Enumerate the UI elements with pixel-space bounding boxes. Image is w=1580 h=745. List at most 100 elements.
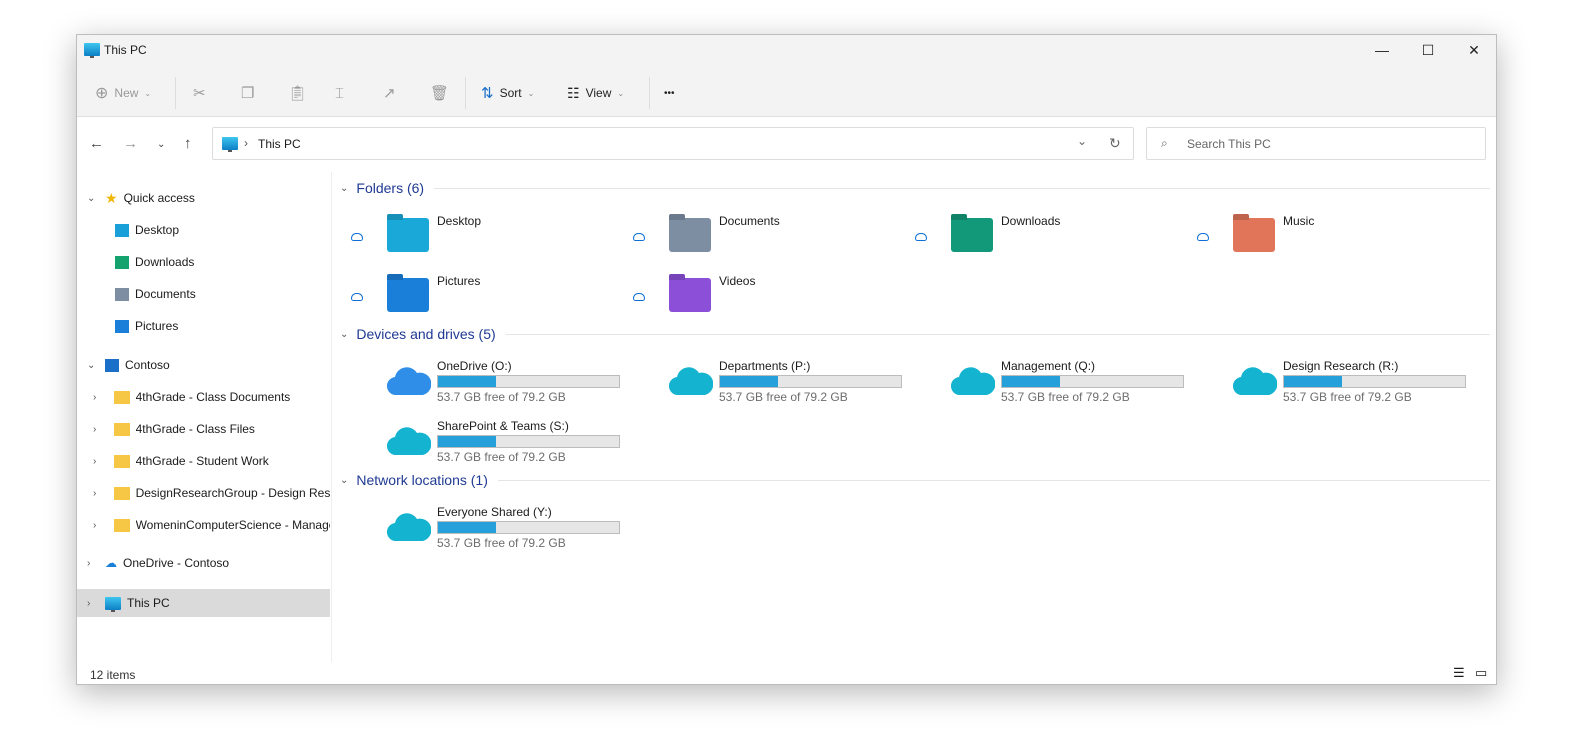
sidebar-item-pictures[interactable]: Pictures: [77, 312, 330, 340]
sidebar-item-onedrive[interactable]: › ☁ OneDrive - Contoso: [77, 549, 330, 577]
drive-name: Everyone Shared (Y:): [437, 505, 552, 519]
drive-tile[interactable]: Design Research (R:) 53.7 GB free of 79.2…: [1181, 359, 1466, 409]
drive-usage-bar: [1001, 375, 1184, 388]
sidebar-item-library[interactable]: › 4thGrade - Class Documents: [77, 383, 330, 411]
section-header-network[interactable]: ⌄ Network locations (1): [340, 472, 1490, 488]
drive-tile[interactable]: Departments (P:) 53.7 GB free of 79.2 GB: [617, 359, 902, 409]
plus-circle-icon: ⊕: [95, 85, 109, 102]
drive-free-space: 53.7 GB free of 79.2 GB: [437, 390, 566, 404]
forward-button[interactable]: →: [123, 135, 138, 152]
folder-music[interactable]: Music: [1181, 214, 1461, 264]
sidebar-item-documents[interactable]: Documents: [77, 280, 330, 308]
drive-tile[interactable]: Management (Q:) 53.7 GB free of 79.2 GB: [899, 359, 1184, 409]
search-input[interactable]: ⌕ Search This PC: [1146, 127, 1486, 160]
more-options-button[interactable]: •••: [664, 81, 675, 105]
label: OneDrive - Contoso: [123, 556, 230, 570]
drive-free-space: 53.7 GB free of 79.2 GB: [437, 450, 566, 464]
sidebar-item-library[interactable]: › WomeninComputerScience - Manage: [77, 511, 330, 539]
scissors-icon: ✂: [193, 85, 206, 102]
sort-button[interactable]: ⇅ Sort ⌄: [481, 81, 534, 105]
desktop-folder-icon: [387, 218, 429, 252]
folder-name: Downloads: [1001, 214, 1061, 228]
recent-locations-button[interactable]: ⌄: [157, 139, 165, 150]
folder-desktop[interactable]: Desktop: [335, 214, 615, 264]
folder-name: Videos: [719, 274, 756, 288]
chevron-right-icon[interactable]: ›: [93, 488, 96, 499]
rename-icon: ⌶: [335, 84, 345, 102]
folder-icon: [114, 390, 130, 404]
cloud-sync-icon: [1197, 233, 1209, 241]
trash-icon: 🗑︎: [430, 85, 450, 102]
cloud-sync-icon: [633, 293, 645, 301]
chevron-right-icon[interactable]: ›: [93, 392, 96, 403]
tiles-view-icon[interactable]: ▭: [1475, 665, 1487, 681]
chevron-right-icon: ›: [87, 557, 91, 569]
chevron-right-icon[interactable]: ›: [93, 456, 96, 467]
share-button[interactable]: ↗: [383, 81, 396, 105]
cloud-drive-icon: [951, 367, 995, 396]
section-header-devices[interactable]: ⌄ Devices and drives (5): [340, 326, 1490, 342]
address-dropdown-icon[interactable]: ⌄: [1077, 134, 1087, 148]
folder-documents[interactable]: Documents: [617, 214, 897, 264]
rename-button[interactable]: ⌶: [335, 81, 344, 105]
breadcrumb-this-pc[interactable]: This PC: [258, 137, 301, 151]
chevron-right-icon[interactable]: ›: [93, 424, 96, 435]
sidebar-item-this-pc[interactable]: › This PC: [77, 589, 330, 617]
address-bar[interactable]: › This PC ⌄ ↻: [212, 127, 1134, 160]
drive-tile[interactable]: Everyone Shared (Y:) 53.7 GB free of 79.2…: [335, 505, 620, 555]
refresh-icon[interactable]: ↻: [1109, 135, 1121, 152]
pictures-icon: [115, 319, 129, 333]
label: 4thGrade - Class Files: [135, 422, 255, 436]
minimize-button[interactable]: —: [1359, 35, 1405, 65]
downloads-icon: [115, 255, 129, 269]
delete-button[interactable]: 🗑︎: [430, 81, 449, 105]
divider: [497, 479, 1490, 481]
command-bar: ⊕ New ⌄ ✂ ❐ 📋︎ ⌶ ↗ 🗑︎ ⇅ Sort ⌄ ☷ View ⌄ •••: [77, 71, 1496, 117]
drive-usage-bar: [437, 521, 620, 534]
back-button[interactable]: ←: [89, 135, 104, 152]
section-title: Network locations (1): [356, 472, 488, 488]
view-list-icon: ☷: [567, 84, 580, 101]
sidebar-item-contoso[interactable]: ⌄ Contoso: [77, 351, 330, 379]
divider: [465, 77, 466, 109]
drive-usage-bar: [1283, 375, 1466, 388]
sidebar-item-quick-access[interactable]: ⌄ ★ Quick access: [77, 184, 330, 212]
drive-free-space: 53.7 GB free of 79.2 GB: [437, 536, 566, 550]
label: DesignResearchGroup - Design Resea: [135, 486, 330, 500]
divider: [175, 77, 176, 109]
view-button[interactable]: ☷ View ⌄: [567, 81, 624, 105]
downloads-folder-icon: [951, 218, 993, 252]
cloud-drive-icon: [1233, 367, 1277, 396]
sort-label: Sort: [499, 86, 522, 100]
up-button[interactable]: ↑: [184, 135, 192, 152]
sidebar-item-downloads[interactable]: Downloads: [77, 248, 330, 276]
sidebar-item-library[interactable]: › DesignResearchGroup - Design Resea: [77, 479, 330, 507]
sidebar-item-desktop[interactable]: Desktop: [77, 216, 330, 244]
chevron-right-icon[interactable]: ›: [93, 520, 96, 531]
folder-name: Desktop: [437, 214, 482, 228]
folder-pictures[interactable]: Pictures: [335, 274, 615, 324]
drive-name: Design Research (R:): [1283, 359, 1399, 373]
details-view-icon[interactable]: ☰: [1453, 665, 1465, 681]
folder-downloads[interactable]: Downloads: [899, 214, 1179, 264]
folder-videos[interactable]: Videos: [617, 274, 897, 324]
cut-button[interactable]: ✂: [193, 81, 206, 105]
drive-tile[interactable]: OneDrive (O:) 53.7 GB free of 79.2 GB: [335, 359, 620, 409]
maximize-button[interactable]: ☐: [1405, 35, 1451, 65]
drive-tile[interactable]: SharePoint & Teams (S:) 53.7 GB free of 7…: [335, 419, 620, 469]
close-button[interactable]: ✕: [1451, 35, 1497, 65]
section-header-folders[interactable]: ⌄ Folders (6): [340, 180, 1490, 196]
sidebar-item-library[interactable]: › 4thGrade - Student Work: [77, 447, 330, 475]
drive-name: OneDrive (O:): [437, 359, 512, 373]
sidebar-item-library[interactable]: › 4thGrade - Class Files: [77, 415, 330, 443]
navigation-pane: ⌄ ★ Quick access Desktop Downloads Documents…: [77, 172, 332, 662]
cloud-drive-icon: [387, 367, 431, 396]
new-button[interactable]: ⊕ New ⌄: [95, 81, 151, 105]
chevron-down-icon: ⌄: [144, 88, 152, 98]
label: 4thGrade - Class Documents: [135, 390, 291, 404]
copy-button[interactable]: ❐: [241, 81, 254, 105]
paste-button[interactable]: 📋︎: [288, 81, 307, 105]
drive-usage-fill: [1284, 376, 1342, 387]
search-placeholder: Search This PC: [1187, 137, 1271, 151]
drive-usage-fill: [1002, 376, 1060, 387]
